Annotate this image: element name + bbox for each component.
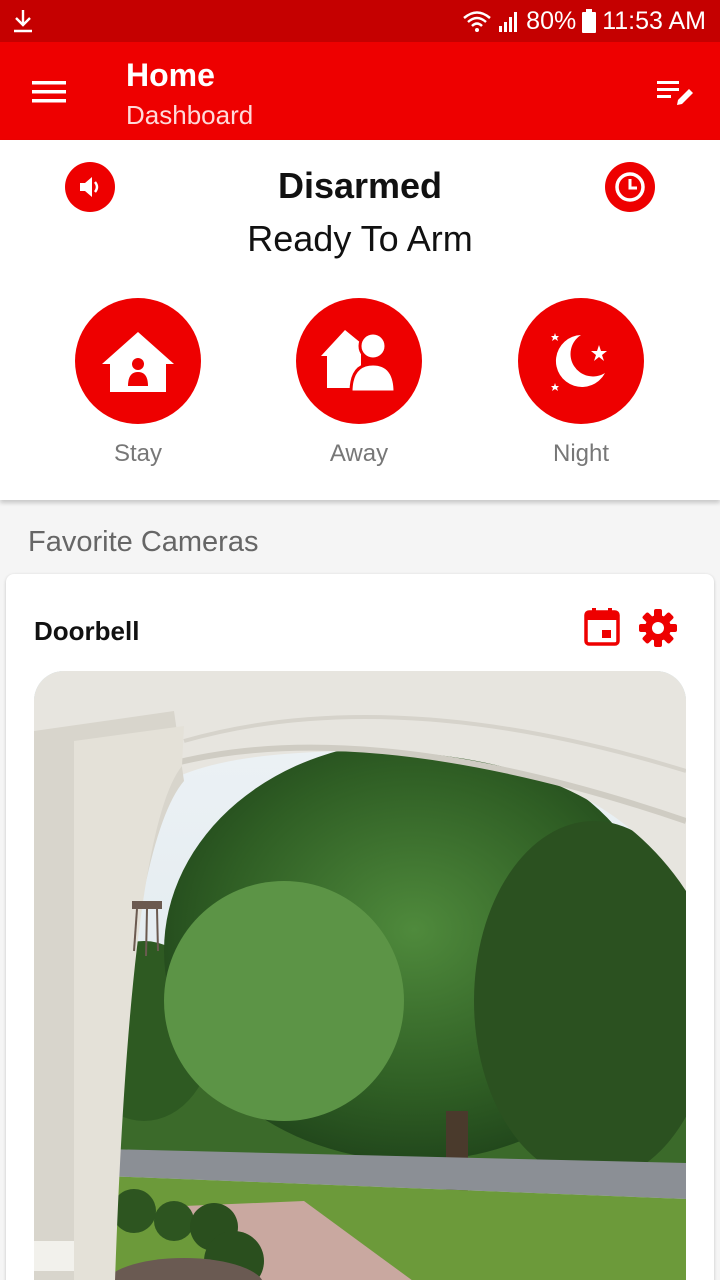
camera-snapshot: [34, 671, 686, 1280]
stay-label: Stay: [113, 440, 163, 467]
edit-dashboard-button[interactable]: [652, 70, 700, 114]
battery-percent: 80%: [526, 6, 577, 35]
arm-substatus: Ready To Arm: [247, 218, 473, 259]
moon-stars-icon: [551, 333, 607, 391]
page-title: Home: [126, 57, 215, 93]
download-icon: [14, 10, 32, 33]
edit-list-icon: [657, 81, 693, 105]
app-bar: Home Dashboard: [0, 42, 720, 140]
page-subtitle: Dashboard: [126, 100, 254, 130]
camera-name: Doorbell: [34, 616, 140, 646]
security-panel: Disarmed Ready To Arm Stay Away Night: [0, 140, 720, 500]
camera-card: Doorbell: [6, 574, 714, 1280]
status-bar: 80% 11:53 AM: [0, 0, 720, 42]
menu-icon: [32, 81, 66, 103]
camera-feed[interactable]: [34, 671, 686, 1280]
menu-button[interactable]: [24, 70, 74, 114]
stay-button[interactable]: [75, 298, 201, 424]
house-away-icon: [321, 330, 397, 394]
night-label: Night: [552, 440, 610, 467]
away-label: Away: [329, 440, 389, 467]
clock-button[interactable]: [605, 162, 655, 212]
favorite-cameras-heading: Favorite Cameras: [28, 526, 259, 558]
gear-icon[interactable]: [638, 608, 678, 648]
house-person-icon: [102, 332, 174, 392]
away-button[interactable]: [296, 298, 422, 424]
clock-time: 11:53 AM: [602, 6, 706, 35]
signal-icon: [499, 12, 518, 32]
clock-icon: [615, 172, 645, 202]
battery-icon: [582, 9, 597, 33]
wifi-icon: [463, 11, 491, 32]
night-button[interactable]: [518, 298, 644, 424]
calendar-icon[interactable]: [584, 608, 620, 646]
